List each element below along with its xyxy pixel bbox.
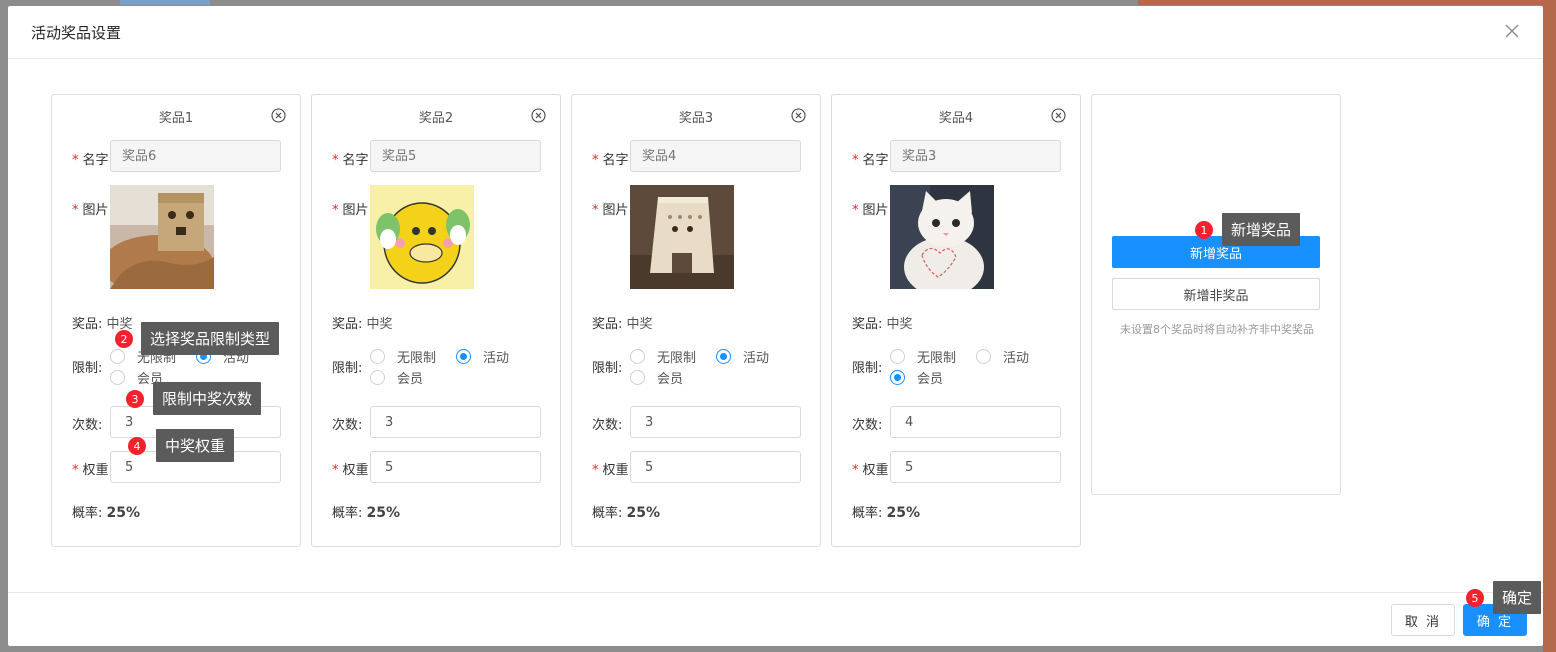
callout-limit-type: 选择奖品限制类型 bbox=[141, 322, 280, 355]
probability-row: 概率: 25% bbox=[72, 505, 141, 521]
image-label: * 图片 bbox=[72, 203, 109, 218]
limit-label: 限制: bbox=[332, 361, 363, 376]
count-input[interactable] bbox=[370, 406, 541, 438]
callout-add-prize: 新增奖品 bbox=[1222, 213, 1301, 246]
count-label: 次数: bbox=[332, 418, 363, 433]
weight-label: * 权重 bbox=[592, 463, 629, 478]
radio-activity[interactable]: 活动 bbox=[976, 347, 1029, 366]
callout-limit-count: 限制中奖次数 bbox=[153, 382, 262, 415]
count-label: 次数: bbox=[72, 418, 103, 433]
prize-card: 奖品1 *名字 *图片 奖品: 中奖 限制: 无限制 活动 会员 bbox=[51, 94, 301, 547]
remove-prize-icon[interactable] bbox=[271, 108, 286, 123]
image-label: * 图片 bbox=[852, 203, 889, 218]
radio-activity[interactable]: 活动 bbox=[456, 347, 509, 366]
limit-label: 限制: bbox=[852, 361, 883, 376]
remove-prize-icon[interactable] bbox=[791, 108, 806, 123]
add-prize-panel: 新增奖品 新增非奖品 未设置8个奖品时将自动补齐非中奖奖品 bbox=[1091, 94, 1341, 495]
weight-input[interactable] bbox=[890, 451, 1061, 483]
name-label: * 名字 bbox=[852, 153, 889, 168]
probability-value: 25% bbox=[366, 505, 401, 521]
prize-type-row: 奖品: 中奖 bbox=[332, 317, 393, 332]
radio-activity[interactable]: 活动 bbox=[716, 347, 769, 366]
modal-title: 活动奖品设置 bbox=[31, 24, 122, 42]
remove-prize-icon[interactable] bbox=[531, 108, 546, 123]
backdrop-strip bbox=[1138, 0, 1556, 5]
radio-member[interactable]: 会员 bbox=[630, 368, 683, 387]
probability-value: 25% bbox=[626, 505, 661, 521]
image-label: * 图片 bbox=[592, 203, 629, 218]
add-non-prize-button[interactable]: 新增非奖品 bbox=[1112, 278, 1320, 310]
name-label: * 名字 bbox=[72, 153, 109, 168]
backdrop-edge bbox=[1543, 0, 1556, 652]
callout-badge: 2 bbox=[115, 330, 133, 348]
prize-image-yellow-duck[interactable] bbox=[370, 185, 474, 289]
probability-row: 概率: 25% bbox=[332, 505, 401, 521]
prize-card: 奖品2 *名字 *图片 奖品: 中奖 限制: 无限制 bbox=[311, 94, 561, 547]
modal-header: 活动奖品设置 bbox=[8, 6, 1543, 59]
prize-type-row: 奖品: 中奖 bbox=[852, 317, 913, 332]
modal-footer: 取 消 确 定 bbox=[8, 592, 1543, 646]
callout-badge: 3 bbox=[126, 390, 144, 408]
radio-unlimited[interactable]: 无限制 bbox=[370, 347, 436, 366]
prize-card-title: 奖品1 bbox=[158, 111, 194, 126]
weight-label: * 权重 bbox=[72, 463, 109, 478]
probability-row: 概率: 25% bbox=[592, 505, 661, 521]
radio-member[interactable]: 会员 bbox=[890, 368, 943, 387]
close-icon[interactable] bbox=[1501, 20, 1523, 42]
prize-card-title: 奖品2 bbox=[418, 111, 454, 126]
remove-prize-icon[interactable] bbox=[1051, 108, 1066, 123]
prize-image-stool[interactable] bbox=[630, 185, 734, 289]
weight-input[interactable] bbox=[630, 451, 801, 483]
callout-badge: 4 bbox=[128, 437, 146, 455]
callout-weight: 中奖权重 bbox=[156, 429, 235, 462]
callout-badge: 1 bbox=[1195, 221, 1213, 239]
limit-label: 限制: bbox=[592, 361, 623, 376]
auto-fill-hint: 未设置8个奖品时将自动补齐非中奖奖品 bbox=[1120, 323, 1314, 336]
weight-input[interactable] bbox=[370, 451, 541, 483]
prize-type-row: 奖品: 中奖 bbox=[592, 317, 653, 332]
limit-label: 限制: bbox=[72, 361, 103, 376]
weight-label: * 权重 bbox=[332, 463, 369, 478]
radio-unlimited[interactable]: 无限制 bbox=[890, 347, 956, 366]
radio-unlimited[interactable]: 无限制 bbox=[630, 347, 696, 366]
prize-name-input[interactable] bbox=[630, 140, 801, 172]
prize-name-input[interactable] bbox=[110, 140, 281, 172]
count-label: 次数: bbox=[592, 418, 623, 433]
name-label: * 名字 bbox=[592, 153, 629, 168]
prize-card-title: 奖品3 bbox=[678, 111, 714, 126]
weight-label: * 权重 bbox=[852, 463, 889, 478]
probability-row: 概率: 25% bbox=[852, 505, 921, 521]
image-label: * 图片 bbox=[332, 203, 369, 218]
count-input[interactable] bbox=[630, 406, 801, 438]
prize-name-input[interactable] bbox=[370, 140, 541, 172]
count-input[interactable] bbox=[890, 406, 1061, 438]
callout-confirm: 确定 bbox=[1493, 581, 1542, 614]
prize-image-white-kitten[interactable] bbox=[890, 185, 994, 289]
prize-card: 奖品4 *名字 *图片 奖品: 中奖 限制: 无限制 活动 bbox=[831, 94, 1081, 547]
prize-name-input[interactable] bbox=[890, 140, 1061, 172]
prize-image-cat-bag[interactable] bbox=[110, 185, 214, 289]
prize-card-title: 奖品4 bbox=[938, 111, 974, 126]
probability-value: 25% bbox=[886, 505, 921, 521]
probability-value: 25% bbox=[106, 505, 141, 521]
prize-card: 奖品3 *名字 *图片 奖品: 中奖 限制: 无限制 活动 会员 次 bbox=[571, 94, 821, 547]
name-label: * 名字 bbox=[332, 153, 369, 168]
count-label: 次数: bbox=[852, 418, 883, 433]
radio-member[interactable]: 会员 bbox=[370, 368, 423, 387]
backdrop-strip bbox=[120, 0, 210, 5]
cancel-button[interactable]: 取 消 bbox=[1391, 604, 1455, 636]
callout-badge: 5 bbox=[1466, 589, 1484, 607]
